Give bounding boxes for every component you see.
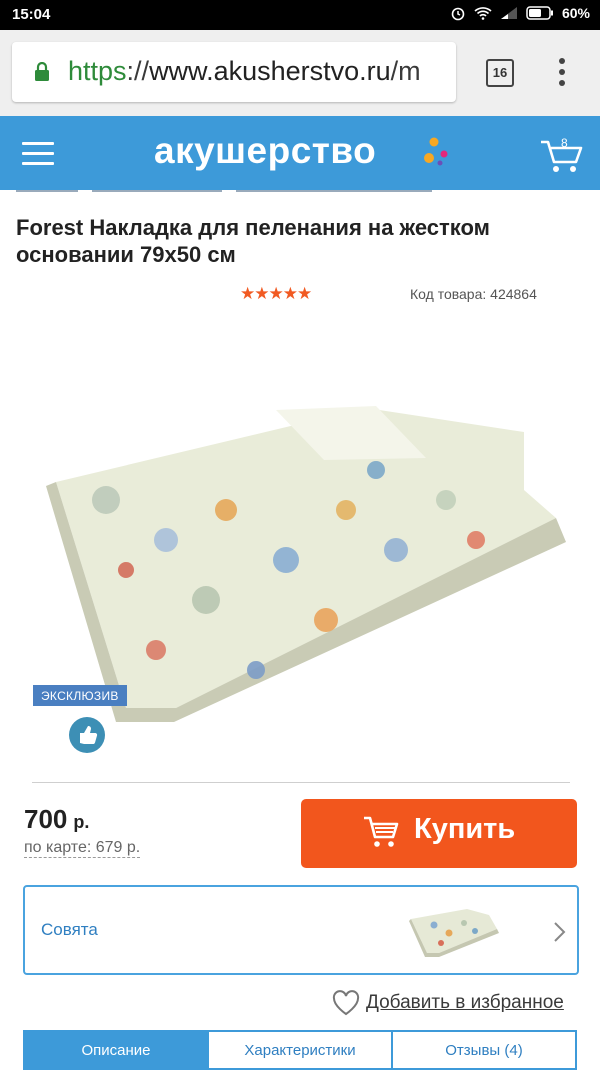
price-currency: р.: [73, 812, 90, 832]
site-logo[interactable]: акушерство: [154, 130, 376, 172]
status-bar: 15:04 60%: [0, 0, 600, 30]
product-price: 700 р.: [24, 804, 89, 835]
heart-icon: [332, 990, 360, 1016]
tab-reviews[interactable]: Отзывы (4): [393, 1030, 577, 1070]
favorites-label: Добавить в избранное: [366, 992, 564, 1013]
product-title: Forest Накладка для пеленания на жестком…: [16, 215, 490, 267]
signal-icon: [500, 7, 517, 19]
chevron-right-icon: [554, 922, 566, 942]
site-header: акушерство 8: [0, 116, 600, 190]
lock-icon: [35, 62, 49, 81]
hamburger-menu-icon[interactable]: [22, 142, 54, 172]
url-text: https://www.akusherstvo.ru/m: [68, 56, 421, 87]
url-bar[interactable]: https://www.akusherstvo.ru/m: [12, 42, 456, 102]
url-host: www.akusherstvo.ru: [149, 56, 391, 86]
brand-thumbnail: [409, 909, 499, 957]
tab-switcher-button[interactable]: 16: [486, 59, 514, 87]
tab-description[interactable]: Описание: [23, 1030, 209, 1070]
product-image[interactable]: [46, 390, 576, 730]
alarm-icon: [451, 7, 465, 21]
brand-link[interactable]: Совята: [23, 885, 579, 975]
battery-icon: [526, 6, 553, 20]
logo-dots-icon: [424, 137, 448, 166]
product-sku: Код товара: 424864: [410, 286, 537, 302]
url-separator: ://: [126, 56, 150, 86]
card-price[interactable]: по карте: 679 р.: [24, 839, 141, 858]
buy-button[interactable]: Купить: [301, 799, 577, 868]
breadcrumb[interactable]: [16, 186, 576, 196]
brand-name: Совята: [41, 920, 98, 939]
url-path: /m: [390, 56, 421, 86]
overflow-menu-icon[interactable]: [559, 58, 567, 91]
wifi-icon: [474, 7, 492, 20]
browser-toolbar: https://www.akusherstvo.ru/m 16: [0, 30, 600, 116]
status-icons: 60%: [450, 5, 590, 21]
buy-label: Купить: [414, 813, 516, 845]
rating-stars[interactable]: ★★★★★: [240, 284, 312, 304]
battery-level: 60%: [561, 5, 590, 21]
exclusive-badge: ЭКСКЛЮЗИВ: [33, 685, 127, 706]
thumbs-up-icon: [69, 717, 105, 753]
add-to-favorites[interactable]: Добавить в избранное: [332, 990, 564, 1016]
price-value: 700: [24, 804, 68, 834]
divider: [32, 782, 570, 783]
cart-count: 8: [561, 136, 568, 150]
status-time: 15:04: [12, 6, 51, 23]
cart-icon: [364, 816, 399, 847]
tab-specifications[interactable]: Характеристики: [209, 1030, 393, 1070]
product-tabs: Описание Характеристики Отзывы (4): [23, 1030, 577, 1070]
url-protocol: https: [68, 56, 127, 86]
